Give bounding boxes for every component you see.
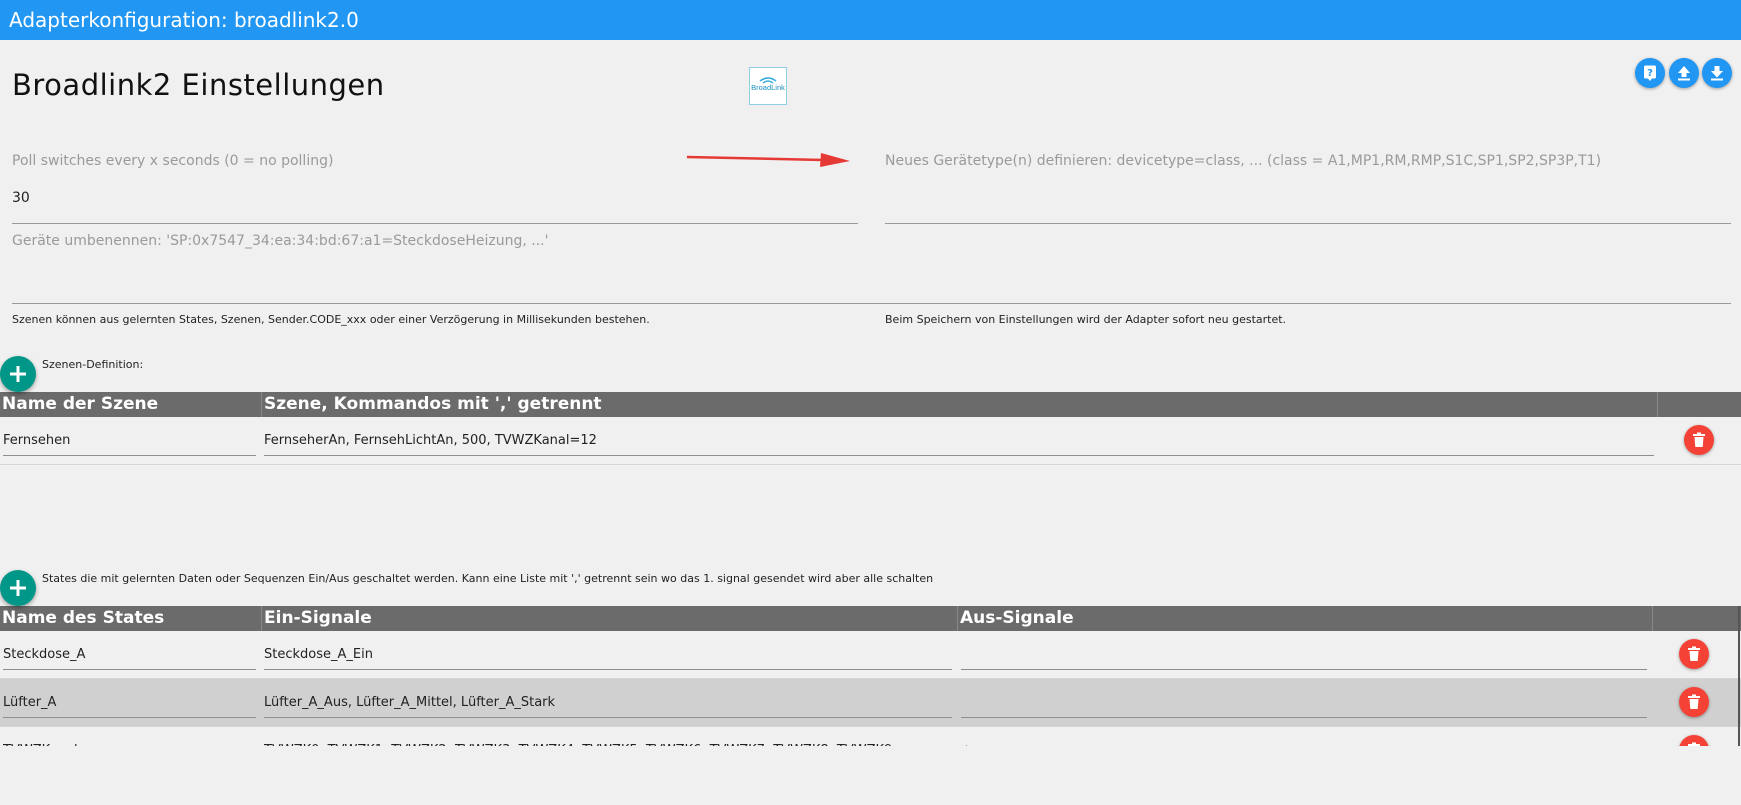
poll-interval-input[interactable]: 30 xyxy=(12,190,30,206)
rename-devices-input[interactable] xyxy=(12,270,1731,290)
state-name-input[interactable]: Lüfter_A xyxy=(3,679,255,726)
column-header-actions xyxy=(1658,392,1741,417)
off-signals-underline xyxy=(961,717,1647,718)
delete-state-button[interactable] xyxy=(1679,735,1709,746)
states-heading: States die mit gelernten Daten oder Sequ… xyxy=(42,572,934,585)
delete-state-button[interactable] xyxy=(1679,639,1709,669)
state-name-input[interactable]: TVWZKanal xyxy=(3,727,255,746)
table-row: Lüfter_A Lüfter_A_Aus, Lüfter_A_Mittel, … xyxy=(0,679,1741,727)
on-signals-input[interactable]: TVWZK0, TVWZK1, TVWZK2, TVWZK3, TVWZK4, … xyxy=(264,727,952,746)
states-table: Name des States Ein-Signale Aus-Signale … xyxy=(0,606,1741,746)
on-signals-underline xyxy=(264,669,952,670)
new-devicetypes-label: Neues Gerätetype(n) definieren: devicety… xyxy=(885,153,1602,169)
on-signals-underline xyxy=(264,717,952,718)
new-devicetypes-underline xyxy=(885,223,1731,224)
on-signals-input[interactable]: Lüfter_A_Aus, Lüfter_A_Mittel, Lüfter_A_… xyxy=(264,679,952,726)
trash-icon xyxy=(1688,646,1700,661)
off-signals-underline xyxy=(961,669,1647,670)
help-icon: ? xyxy=(1644,65,1656,81)
add-state-button[interactable] xyxy=(0,570,36,606)
rename-devices-underline xyxy=(12,303,1731,304)
scene-name-underline xyxy=(3,455,256,456)
scenes-table: Name der Szene Szene, Kommandos mit ',' … xyxy=(0,392,1741,465)
new-devicetypes-input[interactable] xyxy=(885,190,1730,210)
scene-name-input[interactable]: Fernsehen xyxy=(3,417,255,464)
scene-commands-underline xyxy=(264,455,1654,456)
state-name-input[interactable]: Steckdose_A xyxy=(3,631,255,678)
table-row: TVWZKanal TVWZK0, TVWZK1, TVWZK2, TVWZK3… xyxy=(0,727,1741,746)
svg-text:?: ? xyxy=(1647,68,1653,79)
annotation-arrow-icon xyxy=(686,153,850,167)
plus-icon xyxy=(10,580,26,596)
delete-state-button[interactable] xyxy=(1679,687,1709,717)
help-button[interactable]: ? xyxy=(1635,58,1665,88)
download-icon xyxy=(1711,66,1723,81)
logo-text: BroadLink xyxy=(751,83,785,92)
table-row: Steckdose_A Steckdose_A_Ein xyxy=(0,631,1741,679)
poll-interval-label: Poll switches every x seconds (0 = no po… xyxy=(12,153,334,169)
off-signals-input[interactable] xyxy=(961,679,1647,726)
trash-icon xyxy=(1688,694,1700,709)
off-signals-input[interactable]: + xyxy=(961,727,1647,746)
column-header-on-signals: Ein-Signale xyxy=(262,606,958,631)
delete-scene-button[interactable] xyxy=(1684,425,1714,455)
upload-button[interactable] xyxy=(1669,58,1699,88)
state-name-underline xyxy=(3,669,256,670)
trash-icon xyxy=(1688,742,1700,746)
states-table-scrollbar[interactable] xyxy=(1738,606,1740,746)
trash-icon xyxy=(1693,432,1705,447)
poll-interval-underline xyxy=(12,223,858,224)
column-header-scene-name: Name der Szene xyxy=(0,392,262,417)
states-table-viewport[interactable]: Name des States Ein-Signale Aus-Signale … xyxy=(0,606,1741,746)
scene-commands-input[interactable]: FernseherAn, FernsehLichtAn, 500, TVWZKa… xyxy=(264,417,1654,464)
column-header-state-name: Name des States xyxy=(0,606,262,631)
states-table-header: Name des States Ein-Signale Aus-Signale xyxy=(0,606,1741,631)
scenes-table-header: Name der Szene Szene, Kommandos mit ',' … xyxy=(0,392,1741,417)
add-scene-button[interactable] xyxy=(0,356,36,392)
table-row: Fernsehen FernseherAn, FernsehLichtAn, 5… xyxy=(0,417,1741,465)
state-name-underline xyxy=(3,717,256,718)
rename-devices-label: Geräte umbenennen: 'SP:0x7547_34:ea:34:b… xyxy=(12,233,549,249)
column-header-actions xyxy=(1653,606,1741,631)
restart-note: Beim Speichern von Einstellungen wird de… xyxy=(885,313,1287,326)
broadlink-logo-graphic: BroadLink xyxy=(751,77,785,92)
on-signals-input[interactable]: Steckdose_A_Ein xyxy=(264,631,952,678)
upload-icon xyxy=(1678,66,1690,81)
window-title: Adapterkonfiguration: broadlink2.0 xyxy=(9,8,359,32)
page-title: Broadlink2 Einstellungen xyxy=(12,68,385,102)
off-signals-input[interactable] xyxy=(961,631,1647,678)
broadlink-logo: BroadLink xyxy=(749,67,787,105)
column-header-scene-commands: Szene, Kommandos mit ',' getrennt xyxy=(262,392,1658,417)
plus-icon xyxy=(10,366,26,382)
column-header-off-signals: Aus-Signale xyxy=(958,606,1653,631)
window-title-bar: Adapterkonfiguration: broadlink2.0 xyxy=(0,0,1741,40)
download-button[interactable] xyxy=(1702,58,1732,88)
scenes-heading: Szenen-Definition: xyxy=(42,358,144,371)
scenes-note: Szenen können aus gelernten States, Szen… xyxy=(12,313,650,326)
